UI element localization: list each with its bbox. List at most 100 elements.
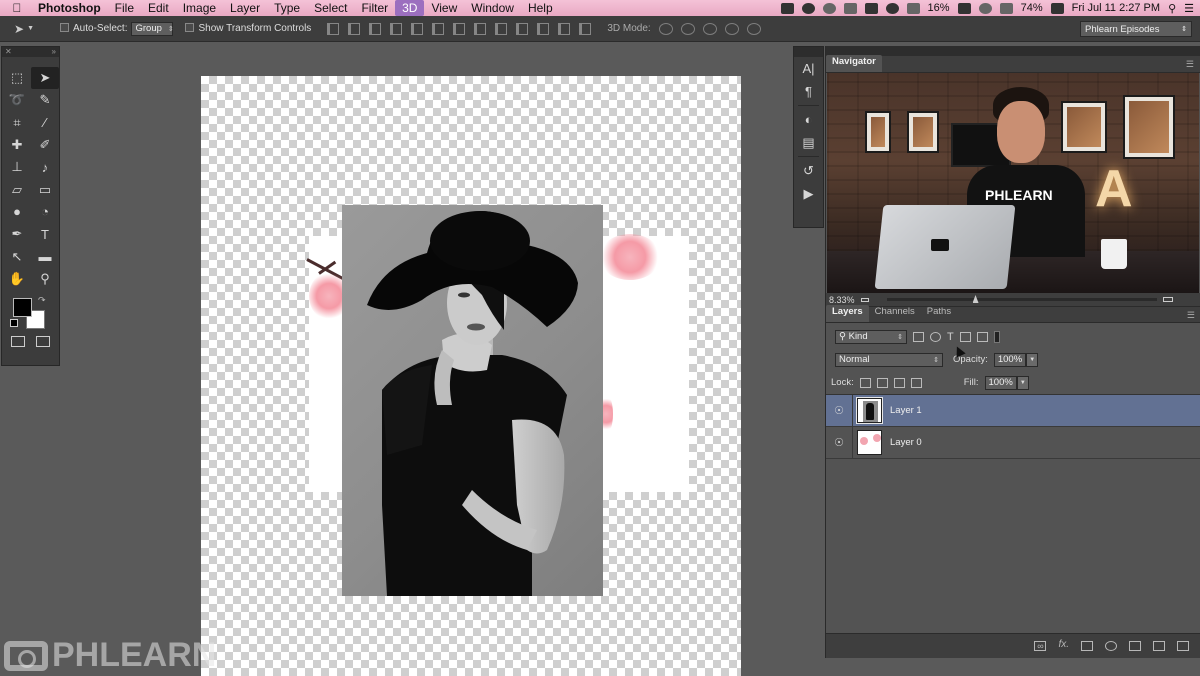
layer-name[interactable]: Layer 0 [890, 437, 922, 448]
distribute-hcenter-icon[interactable] [537, 22, 550, 35]
battery-icon[interactable] [1050, 2, 1064, 14]
clock[interactable]: Fri Jul 11 2:27 PM [1072, 2, 1160, 14]
lock-image-icon[interactable] [876, 377, 888, 388]
menu-help[interactable]: Help [521, 0, 560, 16]
opacity-slider-button[interactable]: ▼ [1026, 352, 1039, 367]
menu-layer[interactable]: Layer [223, 0, 267, 16]
bluetooth-icon[interactable] [906, 2, 920, 14]
auto-select-dropdown[interactable]: Group ⇕ [131, 21, 174, 36]
collapse-icon[interactable]: » [52, 47, 56, 57]
distribute-vcenter-icon[interactable] [474, 22, 487, 35]
align-right-icon[interactable] [432, 22, 445, 35]
filter-adjustment-icon[interactable] [930, 331, 941, 342]
layer-row-layer-1[interactable]: ☉ Layer 1 [826, 394, 1200, 427]
blend-mode-dropdown[interactable]: Normal ⇕ [835, 352, 943, 367]
menu-file[interactable]: File [108, 0, 141, 16]
menu-filter[interactable]: Filter [354, 0, 395, 16]
new-group-folder-icon[interactable] [1129, 641, 1141, 651]
delete-layer-trash-icon[interactable] [1177, 641, 1189, 651]
panel-menu-icon[interactable]: ☰ [1186, 59, 1194, 70]
navigator-zoom-slider[interactable] [886, 295, 1157, 303]
move-tool[interactable]: ➤ [31, 67, 59, 90]
tools-panel-header[interactable]: ✕» [2, 47, 59, 57]
menu-view[interactable]: View [424, 0, 464, 16]
eraser-tool[interactable]: ▱ [3, 178, 31, 200]
character-icon[interactable]: A| [794, 57, 823, 80]
layer-thumbnail[interactable] [856, 397, 883, 424]
menu-type[interactable]: Type [267, 0, 307, 16]
zoom-in-icon[interactable] [1162, 297, 1173, 302]
link-layers-icon[interactable]: ∞ [1034, 641, 1047, 651]
blur-tool[interactable]: ● [3, 201, 31, 223]
tab-channels[interactable]: Channels [869, 305, 921, 322]
menu-image[interactable]: Image [176, 0, 223, 16]
skype-icon[interactable] [822, 2, 836, 14]
3d-drag-icon[interactable] [702, 22, 717, 35]
styles-icon[interactable]: ▤ [794, 131, 823, 154]
auto-select-checkbox[interactable] [60, 23, 69, 32]
add-mask-icon[interactable] [1081, 641, 1093, 651]
hand-tool[interactable]: ✋ [3, 268, 31, 290]
menu-3d[interactable]: 3D [395, 0, 425, 16]
dodge-tool[interactable]: ◔ [31, 201, 59, 223]
type-tool[interactable]: T [31, 223, 59, 245]
evernote-icon[interactable] [864, 2, 878, 14]
document-canvas[interactable] [201, 76, 741, 676]
transform-controls-option[interactable]: Show Transform Controls [185, 23, 311, 34]
eye-icon[interactable] [801, 2, 815, 14]
quick-selection-tool[interactable]: ✎ [31, 89, 59, 111]
layer-thumbnail[interactable] [857, 430, 882, 455]
navigator-zoom-value[interactable]: 8.33% [829, 295, 855, 305]
panel-menu-icon[interactable]: ☰ [1187, 310, 1195, 321]
close-icon[interactable]: ✕ [5, 47, 12, 57]
distribute-bottom-icon[interactable] [495, 22, 508, 35]
transform-controls-checkbox[interactable] [185, 23, 195, 32]
lock-all-icon[interactable] [910, 377, 922, 388]
dropbox-icon[interactable] [843, 2, 857, 14]
lock-position-icon[interactable] [893, 377, 905, 388]
menu-edit[interactable]: Edit [141, 0, 176, 16]
path-selection-tool[interactable]: ↖ [3, 245, 31, 267]
tab-layers[interactable]: Layers [826, 305, 869, 322]
volume-icon[interactable] [999, 2, 1013, 14]
distribute-top-icon[interactable] [453, 22, 466, 35]
camera-icon[interactable] [780, 2, 794, 14]
tool-preset-picker[interactable]: ➤ ▼ [0, 22, 48, 36]
auto-align-icon[interactable] [579, 22, 592, 35]
layer-style-fx-icon[interactable]: fx. [1058, 640, 1069, 651]
align-hcenter-icon[interactable] [411, 22, 424, 35]
new-layer-icon[interactable] [1153, 641, 1165, 651]
default-colors-icon[interactable] [10, 318, 18, 327]
filter-pixel-icon[interactable] [913, 331, 924, 342]
3d-roll-icon[interactable] [680, 22, 695, 35]
tab-navigator[interactable]: Navigator [826, 55, 882, 72]
3d-rotate-icon[interactable] [658, 22, 673, 35]
foreground-color-swatch[interactable] [13, 297, 32, 317]
screen-mode-icon[interactable] [35, 335, 50, 347]
swap-colors-icon[interactable]: ↷ [38, 295, 46, 306]
eyedropper-tool[interactable]: ⁄ [31, 112, 59, 134]
actions-icon[interactable]: ▶ [794, 182, 823, 205]
pen-tool[interactable]: ✒ [3, 223, 31, 245]
history-brush-tool[interactable]: ♪ [31, 156, 59, 178]
align-top-icon[interactable] [327, 22, 340, 35]
zoom-out-icon[interactable] [860, 297, 869, 302]
spotlight-icon[interactable]: ⚲ [1168, 2, 1176, 15]
clone-stamp-tool[interactable]: ⊥ [3, 156, 31, 178]
lock-transparent-icon[interactable] [859, 377, 871, 388]
menu-select[interactable]: Select [307, 0, 354, 16]
fill-slider-button[interactable]: ▼ [1016, 375, 1029, 390]
airplay-icon[interactable] [957, 2, 971, 14]
new-adjustment-layer-icon[interactable] [1105, 641, 1117, 651]
tab-paths[interactable]: Paths [921, 305, 957, 322]
menu-app-name[interactable]: Photoshop [34, 0, 108, 16]
auto-select-option[interactable]: Auto-Select: [60, 23, 127, 34]
dock-header[interactable] [826, 46, 1200, 56]
3d-scale-icon[interactable] [746, 22, 761, 35]
spot-healing-tool[interactable]: ✚ [3, 134, 31, 156]
layer-row-layer-0[interactable]: ☉ Layer 0 [826, 426, 1200, 459]
filter-toggle-icon[interactable] [993, 330, 1000, 343]
visibility-eye-icon[interactable]: ☉ [826, 436, 852, 449]
adjustments-icon[interactable]: ◐ [794, 108, 823, 131]
zoom-slider-knob[interactable] [972, 295, 979, 303]
